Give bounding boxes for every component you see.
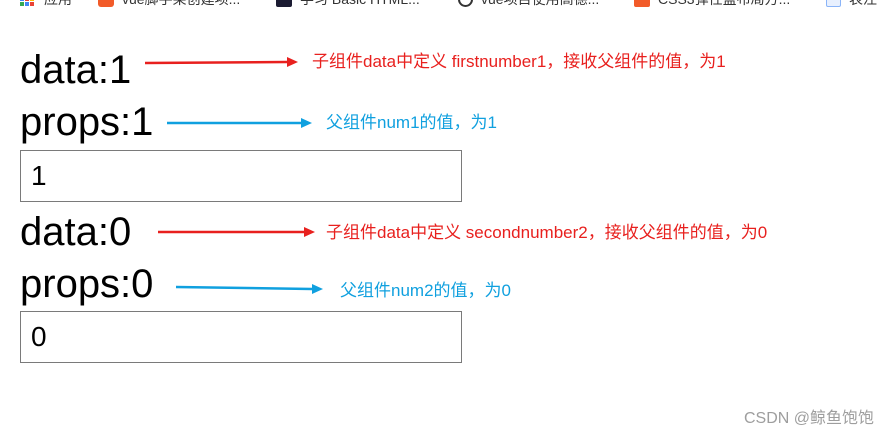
props-value-1: props:1 — [20, 100, 154, 144]
bookmark-label: 学习 Basic HTML... — [300, 0, 420, 9]
props-value-2: props:0 — [20, 262, 154, 306]
bookmarks-bar: 应用 vue脚手架创建项... 学习 Basic HTML... vue项目使用… — [0, 0, 890, 10]
red-arrow-icon — [158, 227, 315, 237]
bookmark-apps[interactable]: 应用 — [20, 0, 72, 10]
orange-square-icon — [634, 0, 650, 7]
bookmark-page[interactable]: 表注 — [826, 0, 877, 10]
bookmark-label: CSS3弹性盒布局方... — [658, 0, 790, 9]
apps-grid-icon — [20, 0, 34, 6]
annotation-data-1: 子组件data中定义 firstnumber1，接收父组件的值，为1 — [312, 52, 726, 71]
number-input-1[interactable] — [20, 150, 462, 202]
watermark: CSDN @鲸鱼饱饱 — [743, 410, 874, 427]
bookmark-vue-scaffold[interactable]: vue脚手架创建项... — [98, 0, 240, 10]
page-icon — [826, 0, 841, 7]
bookmark-css3-flex[interactable]: CSS3弹性盒布局方... — [634, 0, 790, 10]
bookmark-label: vue项目使用高德... — [481, 0, 599, 9]
bookmark-label: 表注 — [849, 0, 877, 9]
search-like-icon — [458, 0, 473, 7]
freecodecamp-icon — [276, 0, 292, 7]
annotation-data-2: 子组件data中定义 secondnumber2，接收父组件的值，为0 — [326, 223, 768, 242]
bookmark-amap[interactable]: vue项目使用高德... — [458, 0, 599, 10]
blue-arrow-icon — [167, 118, 312, 128]
number-input-2[interactable] — [20, 311, 462, 363]
bookmark-freecodecamp[interactable]: 学习 Basic HTML... — [276, 0, 420, 10]
bookmark-label: 应用 — [44, 0, 72, 9]
blue-arrow-icon — [175, 284, 323, 294]
red-arrow-icon — [144, 57, 298, 67]
annotation-props-1: 父组件num1的值，为1 — [326, 113, 497, 132]
bookmark-label: vue脚手架创建项... — [122, 0, 240, 9]
data-value-2: data:0 — [20, 210, 132, 254]
csdn-c-icon — [98, 0, 114, 7]
data-value-1: data:1 — [20, 48, 132, 92]
annotation-props-2: 父组件num2的值，为0 — [340, 281, 511, 300]
